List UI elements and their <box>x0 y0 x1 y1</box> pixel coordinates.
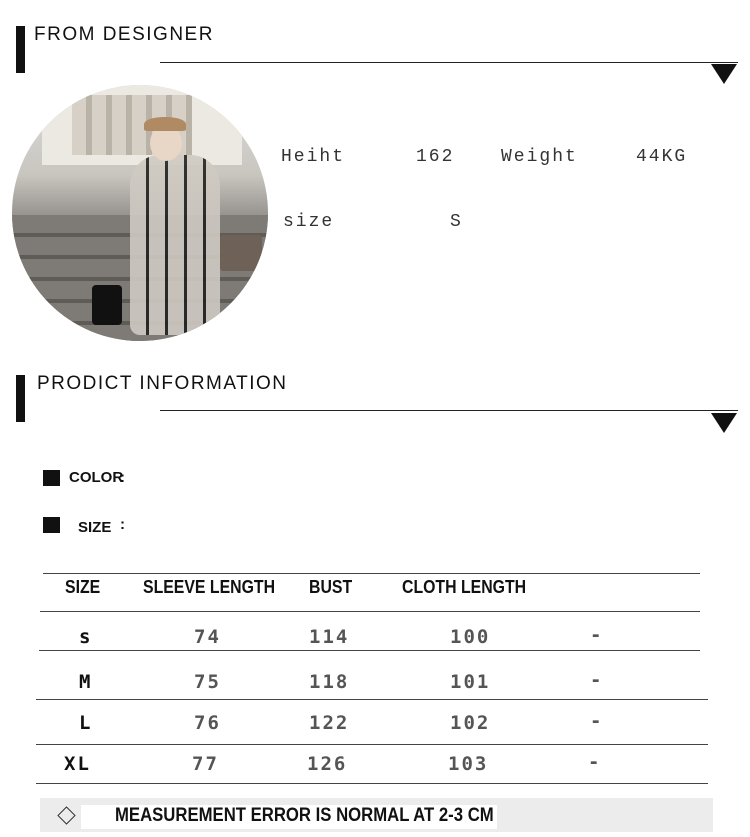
cell-extra: - <box>590 669 604 691</box>
cell-cloth-length: 102 <box>450 712 491 734</box>
cell-extra: - <box>588 751 602 773</box>
header-cloth-length: CLOTH LENGTH <box>402 577 527 597</box>
cell-sleeve: 77 <box>192 753 219 775</box>
table-border <box>36 783 708 784</box>
cell-size: L <box>79 712 93 734</box>
cell-size: s <box>79 626 93 648</box>
cell-cloth-length: 101 <box>450 671 491 693</box>
weight-value: 44KG <box>636 147 688 167</box>
colon: : <box>120 516 125 533</box>
size-label: size <box>283 212 335 232</box>
cell-sleeve: 74 <box>194 626 221 648</box>
table-border <box>36 699 708 700</box>
section-marker <box>16 375 25 422</box>
section-title-designer: FROM DESIGNER <box>34 24 214 45</box>
measurement-note: MEASUREMENT ERROR IS NORMAL AT 2-3 CM <box>40 798 713 832</box>
header-size: SIZE <box>65 577 101 597</box>
cell-cloth-length: 100 <box>450 626 491 648</box>
height-value: 162 <box>416 147 455 167</box>
height-label: Heiht <box>281 147 346 167</box>
size-info-label: SIZE <box>78 519 112 536</box>
divider <box>160 62 738 63</box>
table-border <box>40 611 700 612</box>
weight-label: Weight <box>501 147 578 167</box>
table-border <box>39 650 700 651</box>
header-sleeve-length: SLEEVE LENGTH <box>143 577 276 597</box>
cell-bust: 122 <box>309 712 350 734</box>
cell-cloth-length: 103 <box>448 753 489 775</box>
divider <box>160 410 738 411</box>
triangle-down-icon <box>711 64 737 84</box>
measurement-note-text: MEASUREMENT ERROR IS NORMAL AT 2-3 CM <box>115 805 494 826</box>
colon: : <box>120 469 125 486</box>
cell-sleeve: 76 <box>194 712 221 734</box>
cell-size: XL <box>64 753 91 775</box>
model-photo <box>12 85 268 341</box>
triangle-down-icon <box>711 413 737 433</box>
bullet-square-icon <box>43 470 60 486</box>
cell-sleeve: 75 <box>194 671 221 693</box>
section-marker <box>16 26 25 73</box>
table-border <box>43 573 700 574</box>
color-label: COLOR <box>69 469 124 486</box>
diamond-outline-icon <box>57 806 76 825</box>
cell-bust: 118 <box>309 671 350 693</box>
bullet-square-icon <box>43 517 60 533</box>
cell-extra: - <box>590 624 604 646</box>
size-value: S <box>450 212 463 232</box>
section-title-product: PRODICT INFORMATION <box>37 373 288 394</box>
cell-bust: 114 <box>309 626 350 648</box>
header-bust: BUST <box>309 577 353 597</box>
table-border <box>36 744 708 745</box>
cell-extra: - <box>590 710 604 732</box>
cell-size: M <box>79 671 93 693</box>
cell-bust: 126 <box>307 753 348 775</box>
